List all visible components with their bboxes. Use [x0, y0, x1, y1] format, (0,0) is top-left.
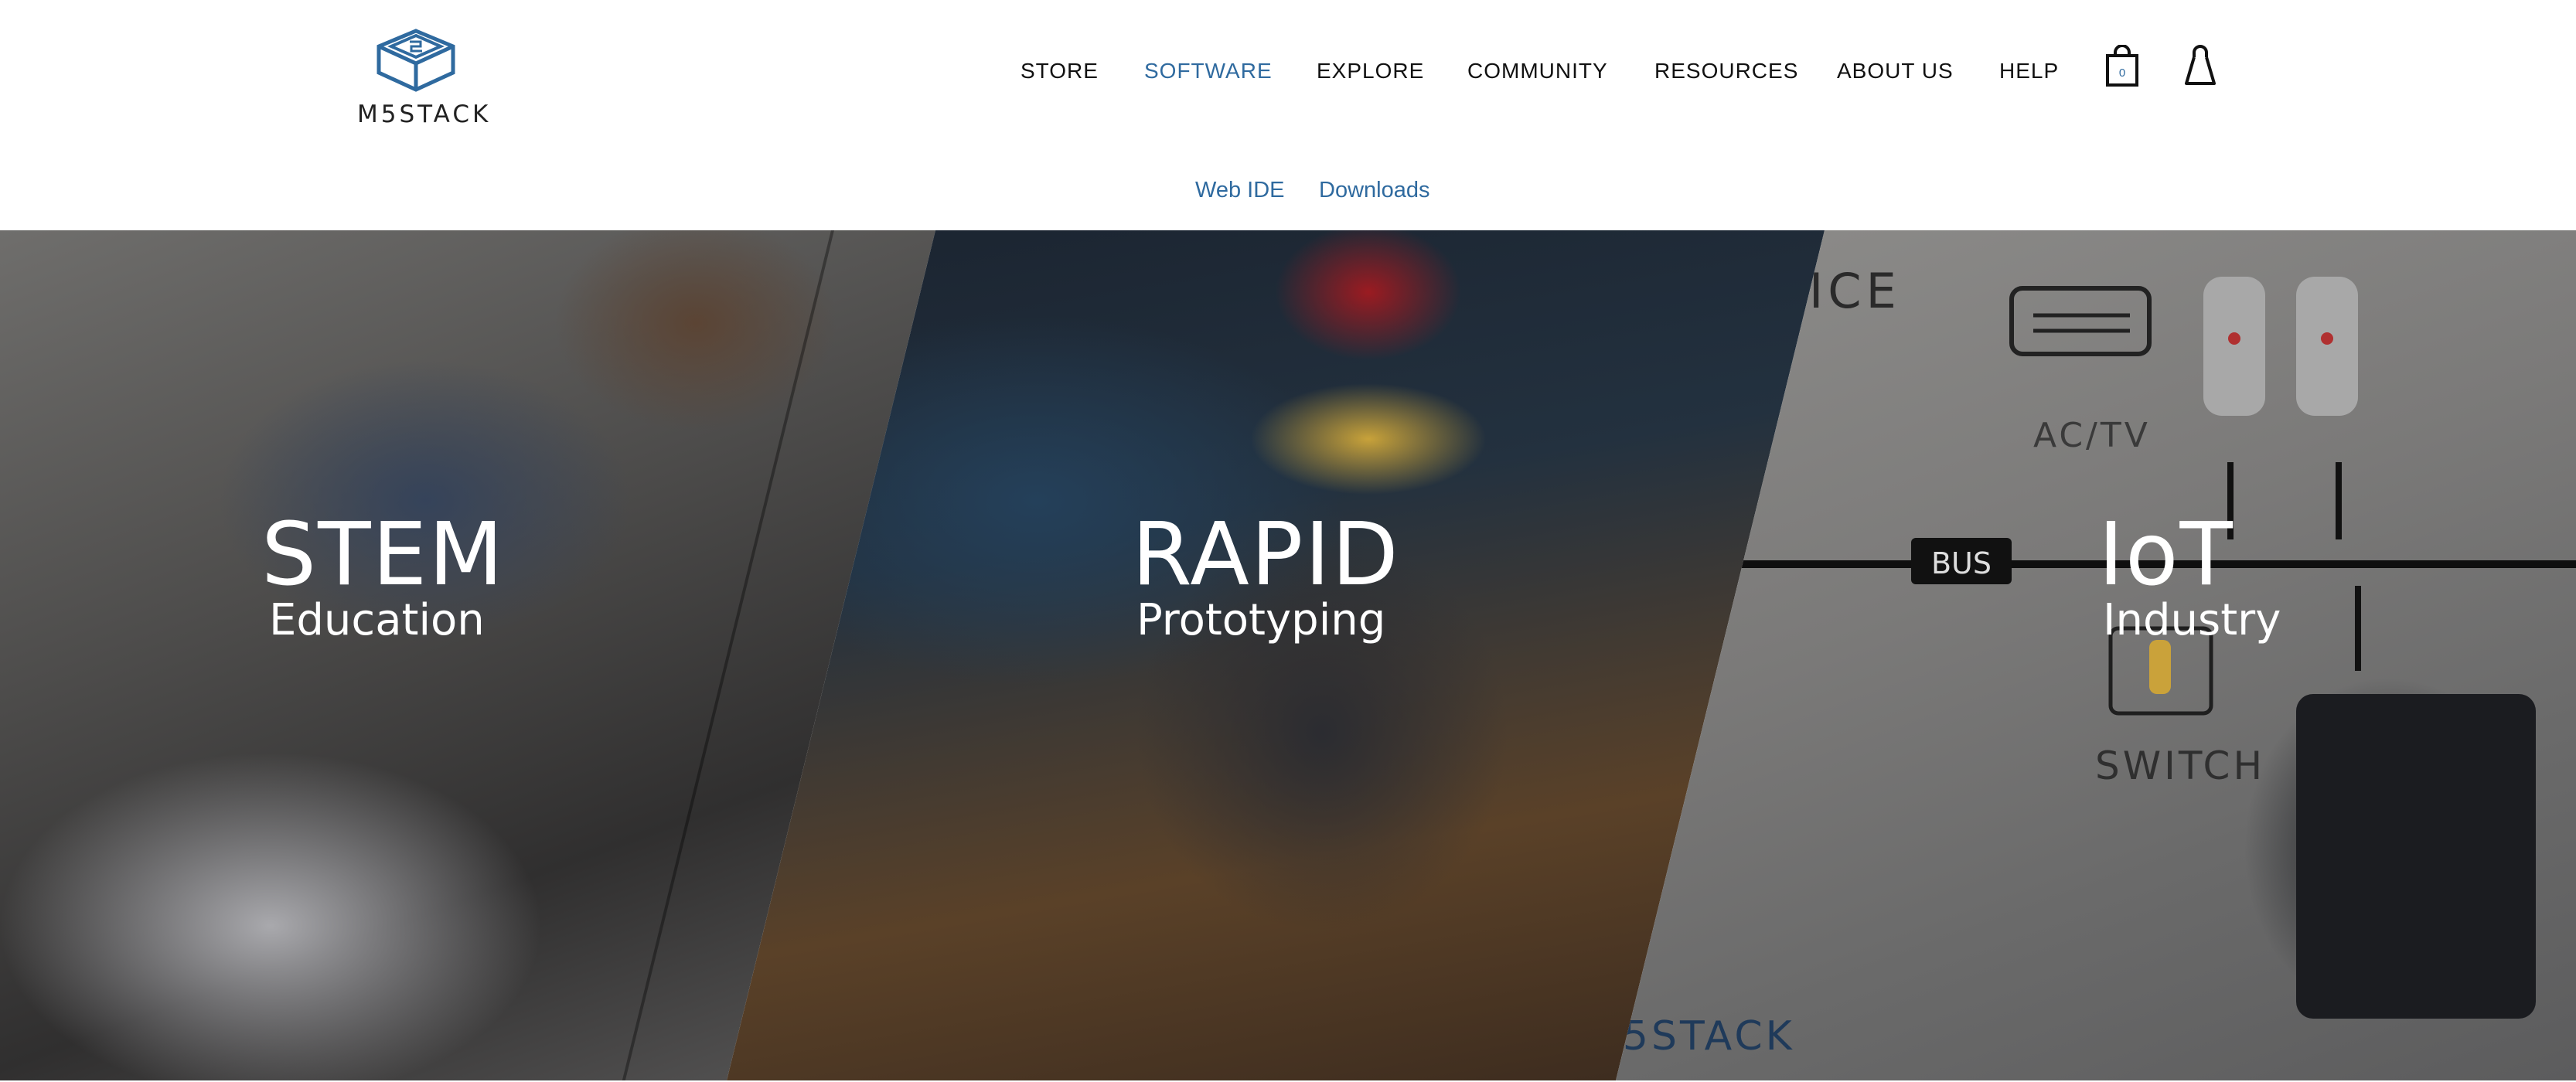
m5stack-logo-icon	[377, 29, 455, 92]
nav-item-help[interactable]: HELP	[1999, 59, 2059, 83]
site-header: M5STACK STORE SOFTWARE EXPLORE COMMUNITY…	[0, 0, 2576, 230]
hero-stem-title: STEM	[261, 505, 505, 605]
ice-label: ICE	[1809, 263, 1901, 319]
nav-item-about-us[interactable]: ABOUT US	[1837, 59, 1954, 83]
nav-item-software[interactable]: SOFTWARE	[1144, 59, 1273, 83]
nav-item-explore[interactable]: EXPLORE	[1317, 59, 1424, 83]
hero-rapid-title: RAPID	[1132, 505, 1400, 605]
account-button[interactable]	[2183, 43, 2217, 92]
nav-item-community[interactable]: COMMUNITY	[1467, 59, 1608, 83]
nav-item-store[interactable]: STORE	[1021, 59, 1099, 83]
subnav-item-downloads[interactable]: Downloads	[1319, 178, 1429, 203]
hero-stem-subtitle: Education	[269, 595, 485, 645]
hero-rapid-subtitle: Prototyping	[1136, 595, 1386, 645]
nav-item-resources[interactable]: RESOURCES	[1654, 59, 1798, 83]
hero-image-strip: ICE AC/TV BUS SWITCH M5S	[0, 230, 2576, 1080]
cart-button[interactable]: 0	[2104, 44, 2140, 92]
hero-iot-title: IoT	[2098, 505, 2234, 605]
m5stack-watermark: M5STACK	[1616, 1013, 1795, 1060]
switch-label: SWITCH	[2095, 743, 2265, 788]
subnav-item-web-ide[interactable]: Web IDE	[1195, 178, 1285, 203]
shopping-bag-icon: 0	[2106, 44, 2138, 87]
bus-label: BUS	[1931, 546, 1992, 580]
hero-iot-subtitle: Industry	[2103, 595, 2281, 645]
m5stack-logo[interactable]: M5STACK	[357, 28, 492, 128]
user-icon	[2185, 45, 2216, 85]
logo-text: M5STACK	[357, 100, 492, 128]
ac-tv-label: AC/TV	[2033, 416, 2151, 455]
cart-count: 0	[2119, 66, 2125, 80]
hero-banner: ICE AC/TV BUS SWITCH M5S	[0, 230, 2576, 1082]
